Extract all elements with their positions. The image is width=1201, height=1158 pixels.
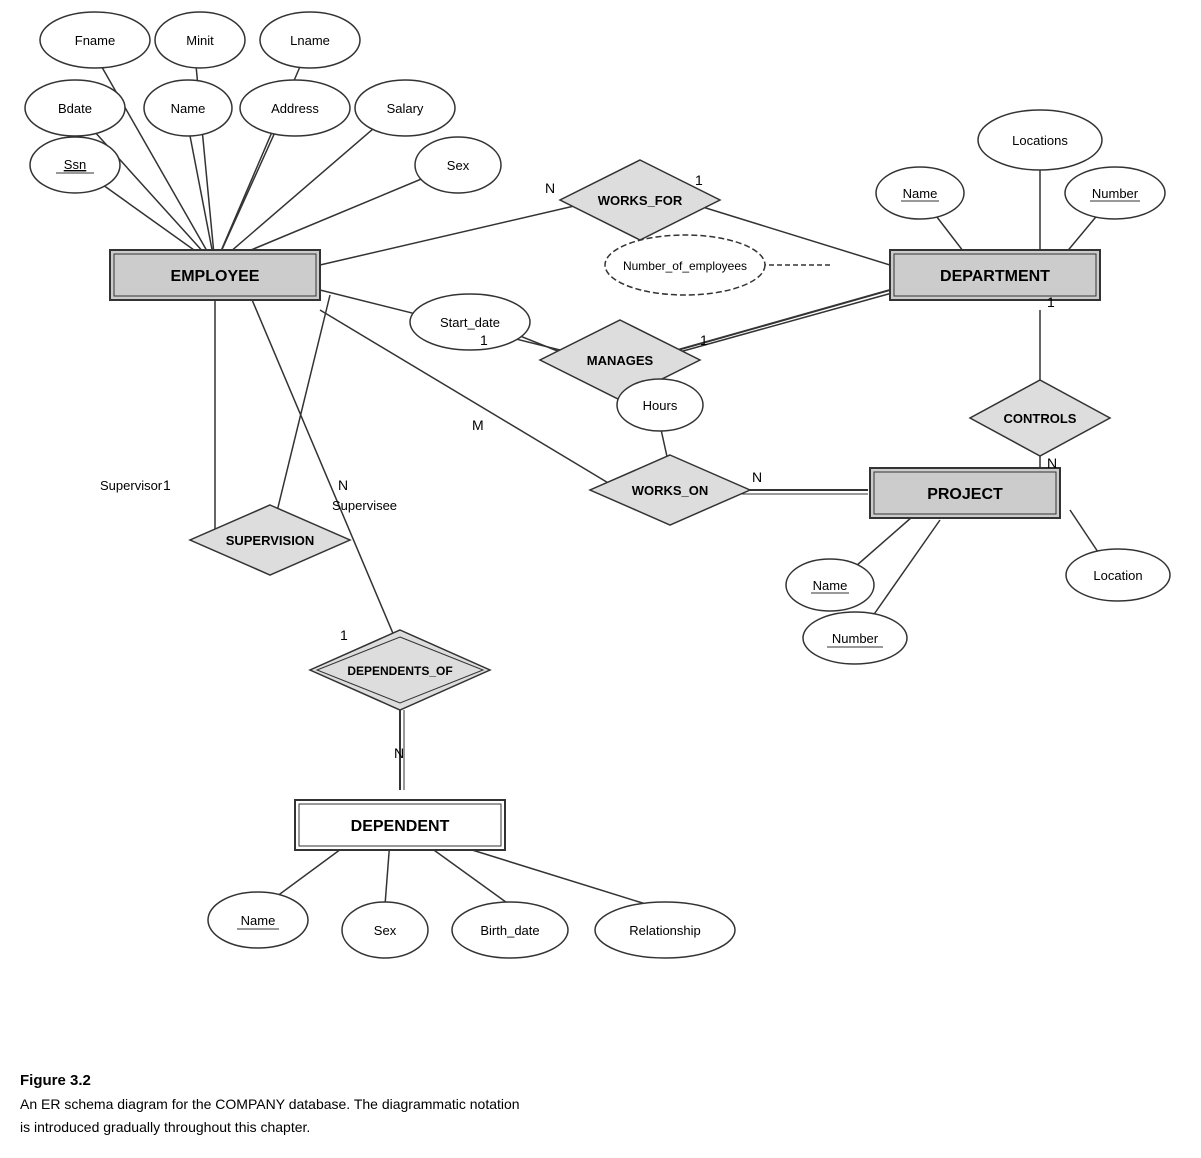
emp-name-attr: Name bbox=[171, 101, 206, 116]
supervisor-role: Supervisor bbox=[100, 478, 163, 493]
location-attr: Location bbox=[1093, 568, 1142, 583]
works-on-m: M bbox=[472, 417, 484, 433]
salary-attr: Salary bbox=[387, 101, 424, 116]
figure-caption: Figure 3.2 An ER schema diagram for the … bbox=[20, 1069, 520, 1138]
caption-line2: is introduced gradually throughout this … bbox=[20, 1119, 310, 1135]
manages-dept-1: 1 bbox=[700, 332, 708, 348]
dependent-label: DEPENDENT bbox=[351, 818, 450, 835]
works-for-label: WORKS_FOR bbox=[598, 193, 683, 208]
dep-sex-attr: Sex bbox=[374, 923, 397, 938]
caption-line1: An ER schema diagram for the COMPANY dat… bbox=[20, 1096, 520, 1112]
supervision-1: 1 bbox=[163, 477, 171, 493]
department-label: DEPARTMENT bbox=[940, 268, 1050, 285]
controls-label: CONTROLS bbox=[1004, 411, 1077, 426]
works-on-label: WORKS_ON bbox=[632, 483, 709, 498]
employee-label: EMPLOYEE bbox=[171, 268, 260, 285]
address-attr: Address bbox=[271, 101, 319, 116]
works-for-1: 1 bbox=[695, 172, 703, 188]
er-diagram-svg: EMPLOYEE DEPARTMENT PROJECT DEPENDENT WO… bbox=[0, 0, 1201, 1090]
dept-number-attr: Number bbox=[1092, 186, 1139, 201]
relationship-attr: Relationship bbox=[629, 923, 701, 938]
works-for-n: N bbox=[545, 180, 555, 196]
controls-n: N bbox=[1047, 455, 1057, 471]
minit-attr: Minit bbox=[186, 33, 214, 48]
dependents-of-label: DEPENDENTS_OF bbox=[347, 664, 452, 678]
hours-attr: Hours bbox=[643, 398, 678, 413]
proj-name-attr: Name bbox=[813, 578, 848, 593]
er-diagram-container: EMPLOYEE DEPARTMENT PROJECT DEPENDENT WO… bbox=[0, 0, 1201, 1090]
ssn-attr: Ssn bbox=[64, 157, 86, 172]
dept-name-attr: Name bbox=[903, 186, 938, 201]
works-on-n: N bbox=[752, 469, 762, 485]
supervision-n: N bbox=[338, 477, 348, 493]
dep-of-n: N bbox=[394, 745, 404, 761]
locations-attr: Locations bbox=[1012, 133, 1068, 148]
manages-label: MANAGES bbox=[587, 353, 654, 368]
dep-of-1: 1 bbox=[340, 627, 348, 643]
dep-name-attr: Name bbox=[241, 913, 276, 928]
supervisee-role: Supervisee bbox=[332, 498, 397, 513]
num-employees-attr: Number_of_employees bbox=[623, 259, 747, 273]
lname-attr: Lname bbox=[290, 33, 330, 48]
fname-attr: Fname bbox=[75, 33, 115, 48]
manages-emp-1: 1 bbox=[480, 332, 488, 348]
start-date-attr: Start_date bbox=[440, 315, 500, 330]
figure-title: Figure 3.2 bbox=[20, 1072, 91, 1089]
birth-date-attr: Birth_date bbox=[480, 923, 539, 938]
supervision-label: SUPERVISION bbox=[226, 533, 315, 548]
sex-attr: Sex bbox=[447, 158, 470, 173]
project-label: PROJECT bbox=[927, 486, 1003, 503]
controls-1: 1 bbox=[1047, 294, 1055, 310]
proj-number-attr: Number bbox=[832, 631, 879, 646]
bdate-attr: Bdate bbox=[58, 101, 92, 116]
